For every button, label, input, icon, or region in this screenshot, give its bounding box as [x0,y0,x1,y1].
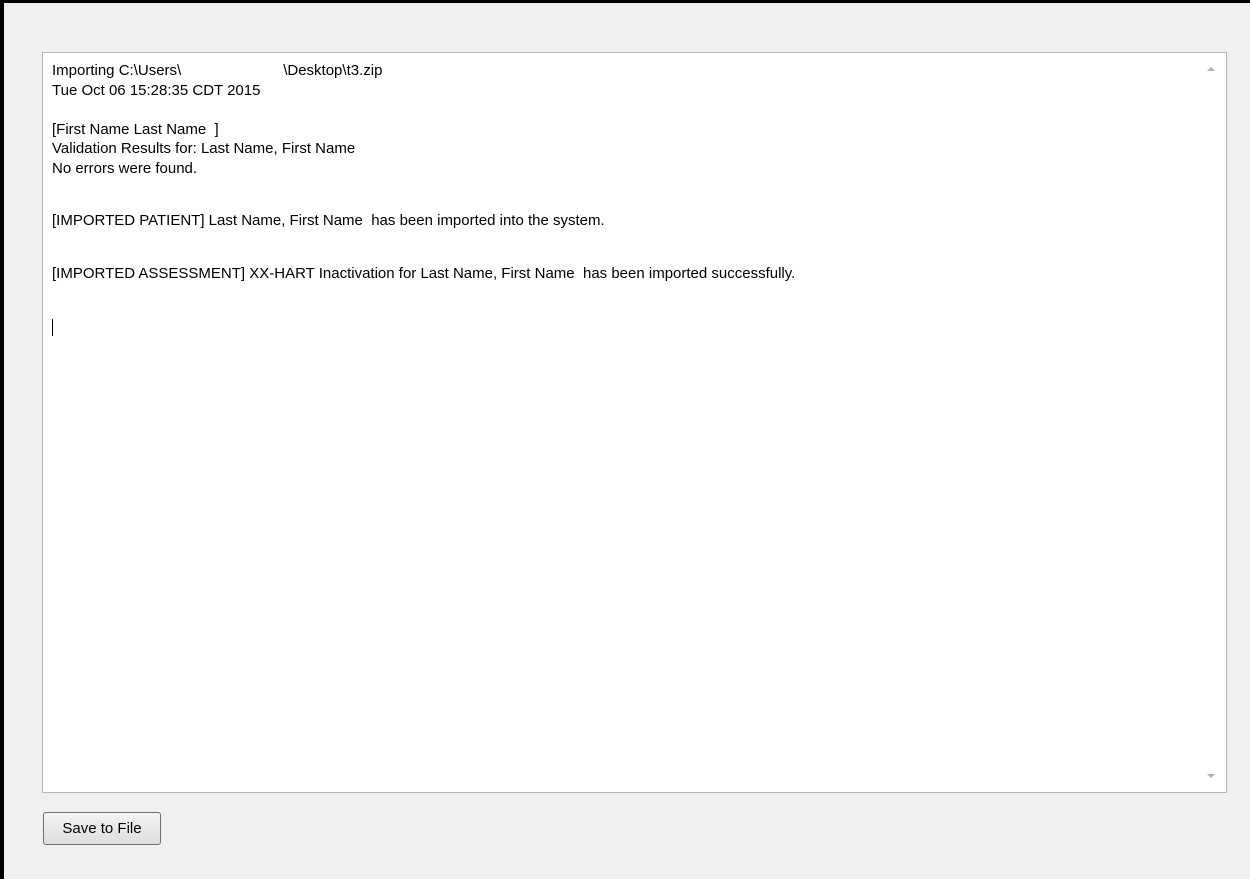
import-results-window: Importing C:\Users\ \Desktop\t3.zip Tue O… [0,0,1250,879]
vertical-scrollbar[interactable] [1201,53,1226,792]
scroll-down-arrow-icon[interactable] [1207,774,1215,778]
text-cursor [52,316,1196,336]
no-errors-line: No errors were found. [52,159,198,177]
save-to-file-button[interactable]: Save to File [43,812,161,845]
import-path-line: Importing C:\Users\ \Desktop\t3.zip [52,61,1196,81]
import-log-textarea[interactable]: Importing C:\Users\ \Desktop\t3.zip Tue O… [42,52,1227,793]
import-path-suffix: \Desktop\t3.zip [283,62,383,79]
validation-results-line: Validation Results for: Last Name, First… [52,140,356,157]
imported-assessment-line: [IMPORTED ASSESSMENT] XX-HART Inactivati… [52,264,796,282]
redacted-username [181,63,284,79]
import-log-content[interactable]: Importing C:\Users\ \Desktop\t3.zip Tue O… [52,61,1196,788]
patient-name-line: [First Name Last Name ] [52,120,219,138]
imported-patient-line: [IMPORTED PATIENT] Last Name, First Name… [52,212,605,229]
import-timestamp: Tue Oct 06 15:28:35 CDT 2015 [52,81,261,99]
import-path-prefix: Importing C:\Users\ [52,62,182,79]
caret-icon [52,319,53,336]
scroll-up-arrow-icon[interactable] [1207,67,1215,71]
